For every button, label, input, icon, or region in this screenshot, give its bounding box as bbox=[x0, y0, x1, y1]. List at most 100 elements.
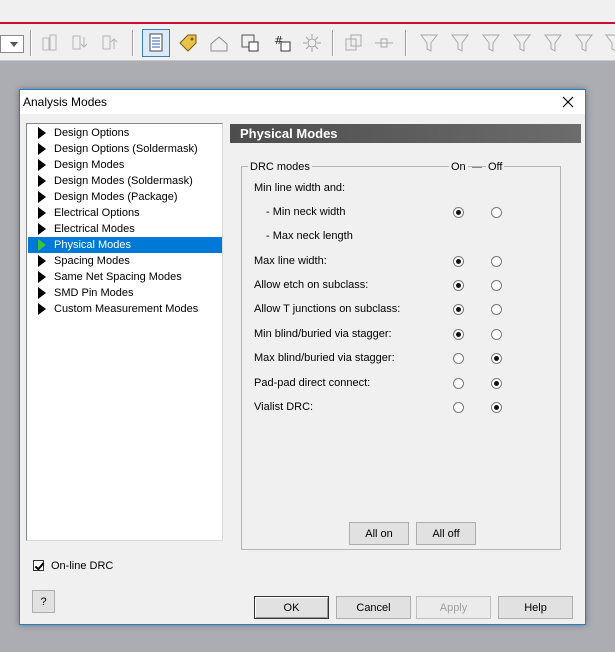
radio-on[interactable] bbox=[453, 378, 464, 389]
tree-item-label: Custom Measurement Modes bbox=[54, 303, 199, 315]
tree-item[interactable]: Spacing Modes bbox=[28, 253, 222, 269]
tree-item[interactable]: Design Modes (Package) bbox=[28, 189, 222, 205]
column-on-header: On bbox=[449, 161, 468, 173]
expand-arrow-icon[interactable] bbox=[38, 239, 46, 251]
radio-off[interactable] bbox=[491, 402, 502, 413]
all-off-button[interactable]: All off bbox=[416, 522, 476, 545]
tree-item-label: Electrical Options bbox=[54, 207, 140, 219]
radio-off[interactable] bbox=[491, 378, 502, 389]
expand-arrow-icon[interactable] bbox=[38, 223, 46, 235]
grid-icon[interactable] bbox=[236, 29, 264, 57]
tree-item[interactable]: Design Options (Soldermask) bbox=[28, 141, 222, 157]
radio-on[interactable] bbox=[453, 256, 464, 267]
radio-on[interactable] bbox=[453, 402, 464, 413]
tree-item-label: Design Modes (Package) bbox=[54, 191, 178, 203]
toolbar-combo[interactable] bbox=[0, 35, 24, 53]
filter-clear-icon[interactable] bbox=[446, 29, 474, 57]
close-button[interactable] bbox=[551, 90, 585, 114]
filter-icon[interactable] bbox=[415, 29, 443, 57]
radio-on[interactable] bbox=[453, 329, 464, 340]
radio-on[interactable] bbox=[453, 280, 464, 291]
tree-item[interactable]: Custom Measurement Modes bbox=[28, 301, 222, 317]
cancel-button[interactable]: Cancel bbox=[336, 596, 411, 619]
toolbar-separator bbox=[405, 30, 407, 56]
toolbar-separator bbox=[332, 30, 334, 56]
expand-arrow-icon[interactable] bbox=[38, 143, 46, 155]
app-toolbar: # bbox=[0, 24, 615, 61]
expand-arrow-icon[interactable] bbox=[38, 287, 46, 299]
dialog-title: Analysis Modes bbox=[23, 95, 108, 109]
tree-item[interactable]: Design Options bbox=[28, 125, 222, 141]
tree-item-label: Design Options bbox=[54, 127, 130, 139]
tag-icon[interactable] bbox=[174, 29, 202, 57]
expand-arrow-icon[interactable] bbox=[38, 303, 46, 315]
tree-item-label: Spacing Modes bbox=[54, 255, 130, 267]
radio-off[interactable] bbox=[491, 207, 502, 218]
filter-box-icon[interactable] bbox=[570, 29, 598, 57]
radio-on[interactable] bbox=[453, 207, 464, 218]
drc-row-label: Pad-pad direct connect: bbox=[254, 377, 371, 389]
tree-item[interactable]: Electrical Options bbox=[28, 205, 222, 221]
tree-item[interactable]: Design Modes (Soldermask) bbox=[28, 173, 222, 189]
panel-header: Physical Modes bbox=[230, 124, 581, 143]
drc-row-label: - Min neck width bbox=[266, 206, 346, 218]
tree-item[interactable]: Design Modes bbox=[28, 157, 222, 173]
online-drc-checkbox[interactable] bbox=[33, 560, 44, 571]
category-tree[interactable]: Design Options Design Options (Soldermask… bbox=[26, 123, 223, 541]
lock-down-icon[interactable] bbox=[66, 29, 94, 57]
tree-item-label: SMD Pin Modes bbox=[54, 287, 134, 299]
house-icon[interactable] bbox=[205, 29, 233, 57]
radio-off[interactable] bbox=[491, 304, 502, 315]
expand-arrow-icon[interactable] bbox=[38, 191, 46, 203]
help-button[interactable]: Help bbox=[498, 596, 573, 619]
copy-icon[interactable] bbox=[340, 29, 368, 57]
tree-item-label: Physical Modes bbox=[54, 239, 132, 251]
tree-item-label: Same Net Spacing Modes bbox=[54, 271, 182, 283]
connect-icon[interactable] bbox=[370, 29, 398, 57]
drc-row-label: Allow T junctions on subclass: bbox=[254, 303, 401, 315]
ok-button[interactable]: OK bbox=[254, 596, 329, 619]
apply-button[interactable]: Apply bbox=[416, 596, 491, 619]
tree-item-label: Design Options (Soldermask) bbox=[54, 143, 198, 155]
hash-icon[interactable]: # bbox=[268, 29, 296, 57]
expand-arrow-icon[interactable] bbox=[38, 127, 46, 139]
radio-off[interactable] bbox=[491, 280, 502, 291]
drc-row-label: Vialist DRC: bbox=[254, 401, 314, 413]
section-heading: Min line width and: bbox=[254, 182, 346, 194]
radio-off[interactable] bbox=[491, 353, 502, 364]
online-drc-label[interactable]: On-line DRC bbox=[51, 560, 113, 572]
tree-item[interactable]: Electrical Modes bbox=[28, 221, 222, 237]
building-icon[interactable] bbox=[36, 29, 64, 57]
drc-row-label: Allow etch on subclass: bbox=[254, 279, 369, 291]
expand-arrow-icon[interactable] bbox=[38, 175, 46, 187]
tree-item[interactable]: Physical Modes bbox=[28, 237, 222, 253]
tree-item[interactable]: Same Net Spacing Modes bbox=[28, 269, 222, 285]
expand-arrow-icon[interactable] bbox=[38, 159, 46, 171]
radio-off[interactable] bbox=[491, 256, 502, 267]
analysis-modes-icon[interactable] bbox=[142, 29, 170, 57]
sun-icon[interactable] bbox=[298, 29, 326, 57]
radio-on[interactable] bbox=[453, 304, 464, 315]
expand-arrow-icon[interactable] bbox=[38, 271, 46, 283]
column-off-header: Off bbox=[486, 161, 505, 173]
context-help-button[interactable]: ? bbox=[32, 590, 55, 613]
lock-up-icon[interactable] bbox=[96, 29, 124, 57]
expand-arrow-icon[interactable] bbox=[38, 255, 46, 267]
dialog-title-bar: Analysis Modes bbox=[20, 90, 585, 114]
radio-on[interactable] bbox=[453, 353, 464, 364]
radio-off[interactable] bbox=[491, 329, 502, 340]
filter-plus-icon[interactable] bbox=[539, 29, 567, 57]
drc-row-label: Max line width: bbox=[254, 255, 327, 267]
filter-y-icon[interactable] bbox=[508, 29, 536, 57]
drc-row-label: Max blind/buried via stagger: bbox=[254, 352, 395, 364]
drc-row-label: Min blind/buried via stagger: bbox=[254, 328, 392, 340]
tree-item[interactable]: SMD Pin Modes bbox=[28, 285, 222, 301]
filter-more-icon[interactable] bbox=[600, 29, 615, 57]
filter-x-icon[interactable] bbox=[477, 29, 505, 57]
expand-arrow-icon[interactable] bbox=[38, 207, 46, 219]
tree-item-label: Electrical Modes bbox=[54, 223, 135, 235]
close-icon bbox=[562, 96, 574, 108]
group-title: DRC modes bbox=[248, 161, 312, 173]
tree-item-label: Design Modes (Soldermask) bbox=[54, 175, 193, 187]
all-on-button[interactable]: All on bbox=[349, 522, 409, 545]
